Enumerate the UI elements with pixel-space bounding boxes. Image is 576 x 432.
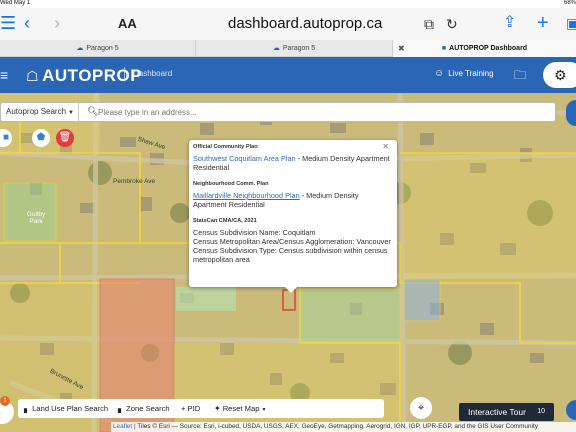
popup-pointer xyxy=(285,287,297,293)
ncp-row: Maillardville Neighbourhood Plan - Mediu… xyxy=(193,191,393,209)
crosshair-icon: ⌖ xyxy=(417,402,425,414)
zone-search-button[interactable]: ▖ Zone Search xyxy=(118,399,170,418)
map-attribution: Leaflet | Tiles © Esri — Source: Esri, i… xyxy=(111,422,576,432)
live-training-label: Live Training xyxy=(448,69,494,78)
search-scope-select[interactable]: Autoprop Search ▼ xyxy=(1,103,79,121)
tab-label: Paragon 5 xyxy=(86,45,119,52)
draw-polygon-tool[interactable]: ⬟ xyxy=(32,129,50,147)
land-use-label: Land Use Plan Search xyxy=(32,404,109,413)
close-icon[interactable]: ✕ xyxy=(382,142,389,151)
address-text[interactable]: dashboard.autoprop.ca xyxy=(228,15,382,32)
stats-heading: StatsCan CMA/CA, 2021 xyxy=(193,218,257,224)
side-panel-toggle[interactable] xyxy=(566,100,576,126)
road-icon: ▖ xyxy=(24,404,31,413)
section-title: Dashboard xyxy=(124,67,172,81)
stats-block: Census Subdivision Name: Coquitlam Censu… xyxy=(193,228,393,264)
search-scope-label: Autoprop Search xyxy=(6,107,67,116)
gear-icon: ⚙ xyxy=(554,67,567,83)
paragon-icon: ☁ xyxy=(272,45,280,52)
live-training-button[interactable]: ☺ Live Training xyxy=(434,68,494,79)
tab-label: Paragon 5 xyxy=(282,45,316,52)
locate-button[interactable]: ⌖ xyxy=(410,397,432,419)
ocp-row: Southwest Coquitlam Area Plan - Medium D… xyxy=(193,154,393,172)
search-bar: Autoprop Search ▼ 🔍︎ xyxy=(0,102,556,122)
ncp-link[interactable]: Maillardville Neighbourhood Plan xyxy=(193,191,300,200)
park-label-guilby: Guilby Park xyxy=(26,211,46,225)
ocp-heading: Official Community Plan xyxy=(193,144,258,150)
reader-settings-button[interactable]: AA xyxy=(118,16,137,31)
trash-icon: 🗑︎ xyxy=(58,132,72,143)
new-tab-icon[interactable]: + xyxy=(537,13,549,33)
pid-label: + PID xyxy=(181,404,201,413)
street-label-pembroke: Pembroke Ave xyxy=(113,178,156,185)
address-bar[interactable]: AA dashboard.autoprop.ca ⧉ ↻ xyxy=(112,10,464,38)
paragon-icon: ☁ xyxy=(76,45,84,52)
ncp-heading: Neighbourhood Comm. Plan xyxy=(193,181,269,187)
tour-count: 10 xyxy=(537,408,545,415)
pid-button[interactable]: + PID xyxy=(181,399,200,418)
browser-toolbar: ☰ ‹ › AA dashboard.autoprop.ca ⧉ ↻ ⇪ + ▣ xyxy=(0,8,576,40)
rectangle-icon: ■ xyxy=(2,132,10,143)
tabs-overview-icon[interactable]: ▣ xyxy=(566,13,576,33)
close-tab-icon[interactable]: ✖ xyxy=(398,40,405,57)
menu-icon[interactable]: ≡ xyxy=(0,67,14,83)
sidebar-icon[interactable]: ☰ xyxy=(0,13,16,33)
delete-shape-tool[interactable]: 🗑︎ xyxy=(56,129,74,147)
attribution-text: | Tiles © Esri — Source: Esri, i-cubed, … xyxy=(132,423,538,430)
reset-label: Reset Map xyxy=(222,404,260,413)
interactive-tour-button[interactable]: Interactive Tour 10 xyxy=(459,403,554,421)
back-icon[interactable]: ‹ xyxy=(24,13,30,33)
notification-badge: 1 xyxy=(0,396,10,406)
parcel-info-popup: ✕ Official Community Plan Southwest Coqu… xyxy=(189,140,397,293)
census-subdivision-name: Census Subdivision Name: Coquitlam xyxy=(193,228,316,237)
zone-label: Zone Search xyxy=(126,404,170,413)
tour-label: Interactive Tour xyxy=(468,407,526,417)
chevron-down-icon: ▼ xyxy=(261,407,267,413)
search-icon: 🔍︎ xyxy=(87,106,99,116)
app-header: ≡ ☖ AUTOPROP Dashboard ☺ Live Training 🗀 ⚙ xyxy=(0,57,576,93)
tab-strip: ☁ Paragon 5 ☁ Paragon 5 ✖ ■ AUTOPROP Dashbo… xyxy=(0,40,576,57)
tab-autoprop-dashboard[interactable]: ✖ ■ AUTOPROP Dashboard xyxy=(393,40,576,57)
land-use-search-button[interactable]: ▖ Land Use Plan Search xyxy=(24,399,108,418)
folder-icon[interactable]: 🗀 xyxy=(514,66,526,87)
reload-icon[interactable]: ↻ xyxy=(446,16,458,33)
pentagon-icon: ⬟ xyxy=(36,132,46,143)
census-metro-area: Census Metropolitan Area/Census Agglomer… xyxy=(193,237,391,246)
status-bar: Wed May 1 68% xyxy=(0,0,576,8)
settings-button[interactable]: ⚙ xyxy=(543,62,576,88)
status-time: Wed May 1 xyxy=(0,0,31,6)
chevron-down-icon: ▼ xyxy=(68,110,74,116)
tab-paragon-1[interactable]: ☁ Paragon 5 xyxy=(0,40,196,57)
reset-icon: ✦ xyxy=(214,404,221,413)
zone-icon: ▖ xyxy=(118,404,125,413)
reset-map-button[interactable]: ✦ Reset Map ▼ xyxy=(214,399,268,418)
autoprop-favicon-icon: ■ xyxy=(441,45,447,52)
share-icon[interactable]: ⇪ xyxy=(503,13,516,33)
forward-icon[interactable]: › xyxy=(54,13,60,33)
translate-icon[interactable]: ⧉ xyxy=(424,16,434,33)
battery-level: 68% xyxy=(563,0,576,6)
census-subdivision-type: Census Subdivision Type: Census subdivis… xyxy=(193,246,388,264)
buildings-icon: ☖ xyxy=(26,68,40,84)
person-icon: ☺ xyxy=(434,68,445,79)
tab-paragon-2[interactable]: ☁ Paragon 5 xyxy=(196,40,393,57)
leaflet-link[interactable]: Leaflet xyxy=(113,423,132,430)
tab-label: AUTOPROP Dashboard xyxy=(449,45,528,52)
map-tools-bar: ▖ Land Use Plan Search ▖ Zone Search + PID… xyxy=(18,399,384,418)
ocp-link[interactable]: Southwest Coquitlam Area Plan xyxy=(193,154,296,163)
address-search-input[interactable] xyxy=(98,104,538,120)
